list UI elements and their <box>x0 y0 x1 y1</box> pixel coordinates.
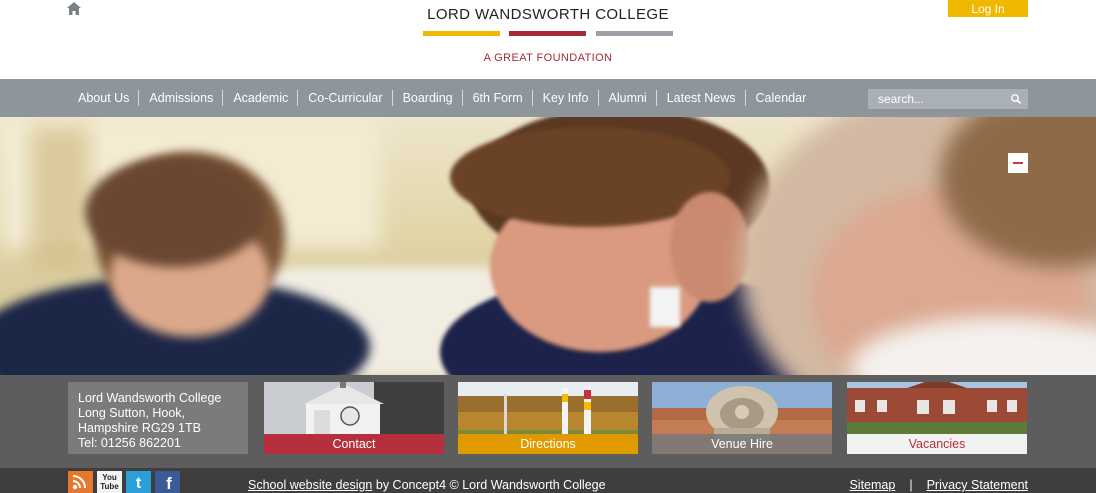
footer-separator: | <box>909 478 913 492</box>
college-logo[interactable]: LORD WANDSWORTH COLLEGE A GREAT FOUNDATI… <box>423 6 673 66</box>
site-header: LORD WANDSWORTH COLLEGE A GREAT FOUNDATI… <box>0 0 1096 79</box>
directions-tile[interactable]: Directions <box>458 382 638 454</box>
youtube-icon[interactable]: You Tube <box>97 471 122 493</box>
nav-item-co-curricular[interactable]: Co-Curricular <box>297 90 391 106</box>
nav-item-academic[interactable]: Academic <box>222 90 297 106</box>
page: LORD WANDSWORTH COLLEGE A GREAT FOUNDATI… <box>0 0 1096 493</box>
logo-bar-yellow <box>423 31 500 36</box>
credit-text: by Concept4 © Lord Wandsworth College <box>372 478 606 492</box>
logo-bar-red <box>509 31 586 36</box>
logo-title: LORD WANDSWORTH COLLEGE <box>427 6 669 23</box>
youtube-icon-text: You Tube <box>100 473 119 491</box>
collapse-banner-button[interactable] <box>1008 153 1028 173</box>
logo-tagline: A GREAT FOUNDATION <box>483 52 613 64</box>
directions-tile-label: Directions <box>458 434 638 454</box>
hero-banner <box>0 117 1096 375</box>
login-button[interactable]: Log In <box>948 0 1028 17</box>
nav-item-alumni[interactable]: Alumni <box>597 90 656 106</box>
venue-hire-tile-label: Venue Hire <box>652 434 832 454</box>
privacy-statement-link[interactable]: Privacy Statement <box>927 478 1028 492</box>
footer-credit: School website design by Concept4 © Lord… <box>248 478 606 492</box>
logo-bar-grey <box>596 31 673 36</box>
search-input[interactable] <box>868 89 1003 109</box>
vacancies-tile[interactable]: Vacancies <box>847 382 1027 454</box>
site-footer: You Tube t f School website design by Co… <box>0 468 1096 493</box>
rss-icon[interactable] <box>68 471 93 493</box>
footer-links: Sitemap | Privacy Statement <box>849 478 1028 492</box>
address-line-phone: Tel: 01256 862201 <box>78 436 181 450</box>
contact-tile-label: Contact <box>264 434 444 454</box>
nav-item-latest-news[interactable]: Latest News <box>655 90 745 106</box>
nav-item-6th-form[interactable]: 6th Form <box>461 90 532 106</box>
nav-item-calendar[interactable]: Calendar <box>744 90 816 106</box>
vacancies-tile-label: Vacancies <box>847 434 1027 454</box>
twitter-icon[interactable]: t <box>126 471 151 493</box>
facebook-icon[interactable]: f <box>155 471 180 493</box>
svg-text:t: t <box>136 475 142 492</box>
nav-item-about-us[interactable]: About Us <box>68 90 138 106</box>
nav-item-key-info[interactable]: Key Info <box>531 90 598 106</box>
home-icon[interactable] <box>67 2 81 15</box>
nav-item-boarding[interactable]: Boarding <box>391 90 462 106</box>
main-nav: About Us Admissions Academic Co-Curricul… <box>0 79 1096 117</box>
nav-item-admissions[interactable]: Admissions <box>138 90 222 106</box>
design-credit-link[interactable]: School website design <box>248 478 372 492</box>
sitemap-link[interactable]: Sitemap <box>849 478 895 492</box>
search-icon[interactable] <box>1010 93 1022 105</box>
address-line-name: Lord Wandsworth College <box>78 391 222 405</box>
address-block: Lord Wandsworth College Long Sutton, Hoo… <box>68 382 248 454</box>
address-line-street: Long Sutton, Hook, <box>78 406 186 420</box>
hero-photo <box>0 117 1096 375</box>
svg-text:f: f <box>166 474 172 493</box>
nav-list: About Us Admissions Academic Co-Curricul… <box>68 79 815 117</box>
address-line-county: Hampshire RG29 1TB <box>78 421 201 435</box>
venue-hire-tile[interactable]: Venue Hire <box>652 382 832 454</box>
quick-links-band: Lord Wandsworth College Long Sutton, Hoo… <box>0 375 1096 468</box>
search-box <box>868 89 1028 109</box>
logo-color-bars <box>423 31 673 36</box>
contact-tile[interactable]: Contact <box>264 382 444 454</box>
